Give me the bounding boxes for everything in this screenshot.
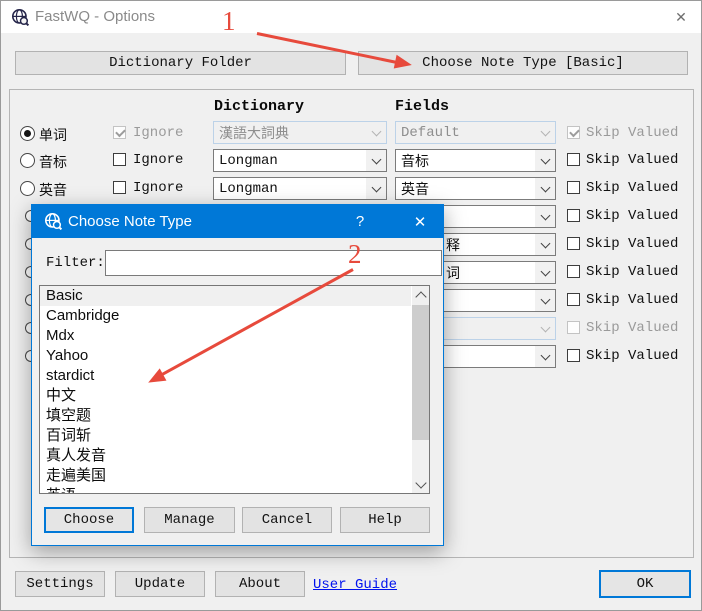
chevron-down-icon — [535, 150, 555, 171]
list-item-cambridge[interactable]: Cambridge — [40, 306, 411, 326]
chevron-down-icon — [535, 234, 555, 255]
ignore-checkbox[interactable] — [113, 126, 126, 139]
choose-note-type-dialog: Choose Note Type ? ✕ Filter: Basic Cambr… — [31, 204, 444, 546]
titlebar: FastWQ - Options ✕ — [1, 1, 701, 33]
list-scrollbar[interactable] — [412, 286, 429, 493]
skip-valued-checkbox[interactable] — [567, 126, 580, 139]
filter-input[interactable] — [105, 250, 442, 276]
skip-valued-checkbox[interactable] — [567, 293, 580, 306]
choose-note-type-button[interactable]: Choose Note Type [Basic] — [358, 51, 688, 75]
radio-word[interactable] — [20, 126, 35, 141]
window-title: FastWQ - Options — [35, 8, 155, 25]
fields-combo[interactable]: 英音 — [395, 177, 556, 200]
filter-label: Filter: — [46, 255, 105, 271]
skip-valued-checkbox[interactable] — [567, 209, 580, 222]
list-item-realvoice[interactable]: 真人发音 — [40, 446, 411, 466]
skip-valued-label: Skip Valued — [586, 292, 678, 308]
fields-combo[interactable]: Default — [395, 121, 556, 144]
dialog-globe-icon — [44, 212, 62, 235]
note-type-listbox[interactable]: Basic Cambridge Mdx Yahoo stardict 中文 填空… — [39, 285, 430, 494]
list-item-mdx[interactable]: Mdx — [40, 326, 411, 346]
combo-value: Default — [401, 125, 460, 141]
fields-column-header: Fields — [395, 98, 449, 115]
cancel-button[interactable]: Cancel — [242, 507, 332, 533]
list-item-basic[interactable]: Basic — [40, 286, 411, 306]
dialog-close-button[interactable]: ✕ — [397, 205, 443, 238]
list-item-yahoo[interactable]: Yahoo — [40, 346, 411, 366]
ignore-label: Ignore — [133, 152, 183, 168]
window-close-button[interactable]: ✕ — [661, 1, 701, 33]
dialog-help-button[interactable]: ? — [342, 205, 378, 238]
skip-valued-label: Skip Valued — [586, 348, 678, 364]
chevron-down-icon — [535, 262, 555, 283]
radio-uk-audio[interactable] — [20, 181, 35, 196]
settings-button[interactable]: Settings — [15, 571, 105, 597]
row-label: 单词 — [39, 125, 67, 145]
combo-value: Longman — [219, 153, 278, 169]
skip-valued-label: Skip Valued — [586, 152, 678, 168]
combo-value: 释 — [446, 235, 460, 255]
skip-valued-label: Skip Valued — [586, 180, 678, 196]
chevron-down-icon — [535, 178, 555, 199]
ignore-checkbox[interactable] — [113, 153, 126, 166]
choose-button[interactable]: Choose — [44, 507, 134, 533]
skip-valued-checkbox[interactable] — [567, 349, 580, 362]
skip-valued-label: Skip Valued — [586, 208, 678, 224]
chevron-down-icon — [535, 290, 555, 311]
skip-valued-label: Skip Valued — [586, 236, 678, 252]
user-guide-link[interactable]: User Guide — [313, 577, 397, 593]
list-item-baicizhan[interactable]: 百词斩 — [40, 426, 411, 446]
dialog-title: Choose Note Type — [68, 213, 192, 230]
chevron-down-icon — [535, 122, 555, 143]
list-item-stardict[interactable]: stardict — [40, 366, 411, 386]
chevron-down-icon — [366, 122, 386, 143]
skip-valued-label: Skip Valued — [586, 320, 678, 336]
combo-value: 词 — [446, 263, 460, 283]
scroll-up-icon[interactable] — [412, 286, 429, 303]
dictionary-combo[interactable]: Longman — [213, 149, 387, 172]
list-item-clipped[interactable]: 英语 — [40, 486, 411, 494]
ignore-checkbox[interactable] — [113, 181, 126, 194]
combo-value: 漢語大詞典 — [219, 123, 289, 143]
radio-phonetic[interactable] — [20, 153, 35, 168]
combo-value: Longman — [219, 181, 278, 197]
fields-combo[interactable]: 音标 — [395, 149, 556, 172]
about-button[interactable]: About — [215, 571, 305, 597]
help-button[interactable]: Help — [340, 507, 430, 533]
skip-valued-checkbox[interactable] — [567, 321, 580, 334]
ignore-label: Ignore — [133, 180, 183, 196]
dialog-titlebar: Choose Note Type ? ✕ — [32, 205, 443, 238]
options-window: FastWQ - Options ✕ Dictionary Folder Cho… — [0, 0, 702, 611]
skip-valued-checkbox[interactable] — [567, 265, 580, 278]
skip-valued-checkbox[interactable] — [567, 153, 580, 166]
scrollbar-thumb[interactable] — [412, 305, 429, 440]
ok-button[interactable]: OK — [599, 570, 691, 598]
app-globe-icon — [11, 8, 29, 31]
chevron-down-icon — [366, 178, 386, 199]
update-button[interactable]: Update — [115, 571, 205, 597]
row-label: 英音 — [39, 180, 67, 200]
manage-button[interactable]: Manage — [144, 507, 235, 533]
skip-valued-checkbox[interactable] — [567, 237, 580, 250]
list-item-cloze[interactable]: 填空题 — [40, 406, 411, 426]
chevron-down-icon — [535, 318, 555, 339]
row-label: 音标 — [39, 152, 67, 172]
list-item-family-album[interactable]: 走遍美国 — [40, 466, 411, 486]
dictionary-column-header: Dictionary — [214, 98, 304, 115]
chevron-down-icon — [535, 346, 555, 367]
dictionary-combo[interactable]: 漢語大詞典 — [213, 121, 387, 144]
list-item-chinese[interactable]: 中文 — [40, 386, 411, 406]
dictionary-combo[interactable]: Longman — [213, 177, 387, 200]
skip-valued-label: Skip Valued — [586, 125, 678, 141]
chevron-down-icon — [535, 206, 555, 227]
combo-value: 音标 — [401, 151, 429, 171]
dictionary-folder-button[interactable]: Dictionary Folder — [15, 51, 346, 75]
ignore-label: Ignore — [133, 125, 183, 141]
combo-value: 英音 — [401, 179, 429, 199]
skip-valued-checkbox[interactable] — [567, 181, 580, 194]
chevron-down-icon — [366, 150, 386, 171]
scroll-down-icon[interactable] — [412, 476, 429, 493]
skip-valued-label: Skip Valued — [586, 264, 678, 280]
